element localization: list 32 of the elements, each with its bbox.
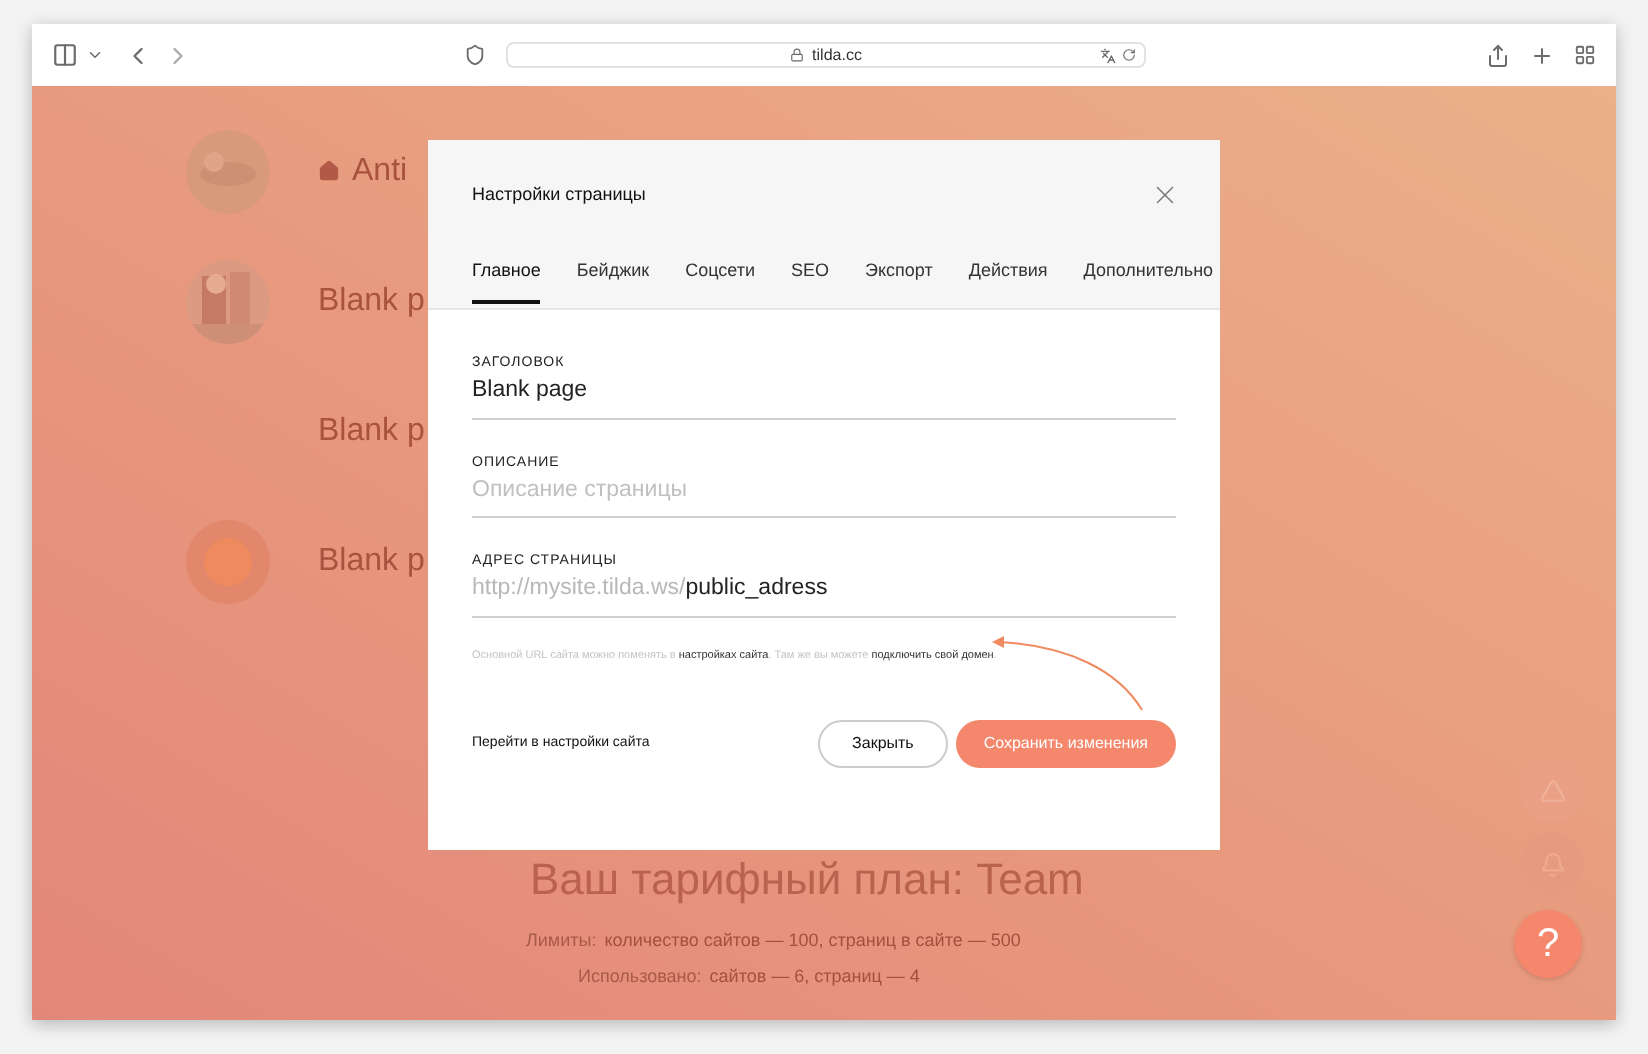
limit-value: сайтов — 6, страниц — 4 xyxy=(709,963,920,990)
limit-value: количество сайтов — 100, страниц в сайте — 500 xyxy=(604,928,1021,954)
tab[interactable]: Дополнительно xyxy=(1083,258,1214,303)
tab[interactable]: SEO xyxy=(791,258,830,303)
url-prefix: http://mysite.tilda.ws/ xyxy=(472,574,686,605)
url-text: tilda.cc xyxy=(812,43,862,67)
limit-label: Лимиты: xyxy=(526,928,597,954)
lock-icon xyxy=(790,48,805,62)
tab[interactable]: Главное xyxy=(472,258,541,303)
input-field[interactable]: http://mysite.tilda.ws/public_adress xyxy=(472,573,1176,617)
close-button[interactable]: Закрыть xyxy=(818,719,948,768)
share-icon[interactable] xyxy=(1486,43,1510,67)
home-icon xyxy=(318,160,340,182)
tab[interactable]: Соцсети xyxy=(685,258,755,303)
page-title: Blank p xyxy=(318,541,425,581)
page-title: Blank p xyxy=(318,411,425,451)
page-title: Anti xyxy=(352,151,408,191)
tab[interactable]: Бейджик xyxy=(576,258,650,303)
new-tab-icon[interactable] xyxy=(1530,43,1554,67)
dialog-title: Настройки страницы xyxy=(472,181,646,208)
tab[interactable]: Экспорт xyxy=(865,258,933,303)
shield-icon[interactable] xyxy=(464,44,486,66)
tab[interactable]: Действия xyxy=(968,258,1048,303)
translate-icon[interactable] xyxy=(1100,47,1116,63)
page-title: Blank p xyxy=(318,281,425,321)
input-field[interactable]: Blank page xyxy=(472,375,1176,419)
limit-label: Использовано: xyxy=(578,963,702,989)
reload-icon[interactable] xyxy=(1122,48,1136,62)
sidebar-icon[interactable] xyxy=(52,42,78,68)
chevron-down-icon[interactable] xyxy=(86,46,104,64)
tabs-overview-icon[interactable] xyxy=(1574,44,1596,66)
address-bar[interactable]: tilda.cc xyxy=(506,42,1146,68)
